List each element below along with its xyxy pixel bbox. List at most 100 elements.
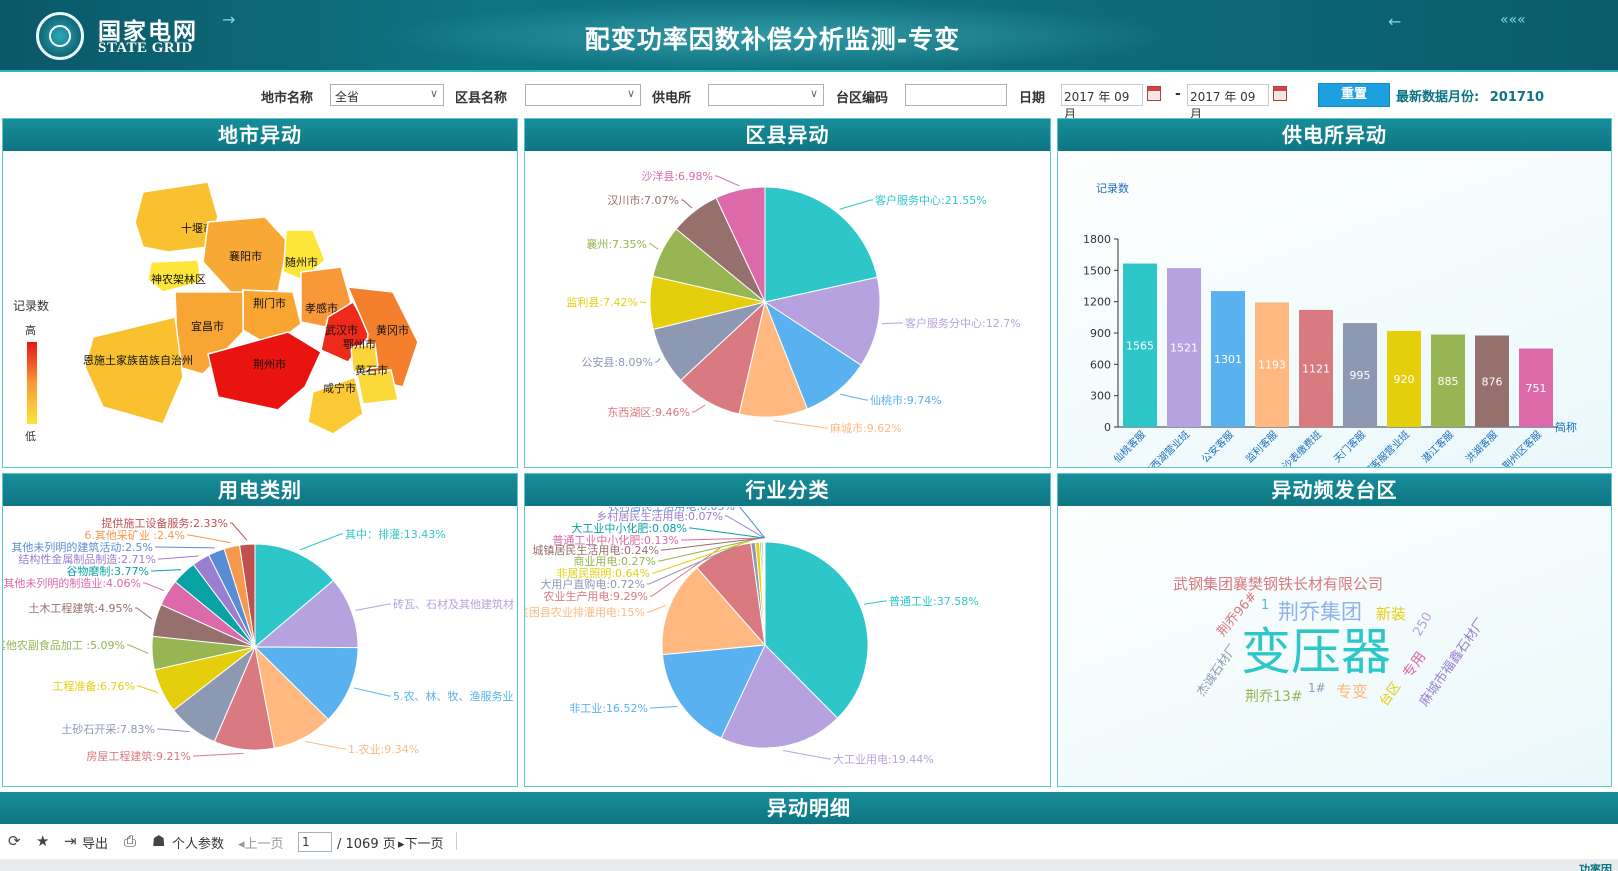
y-tick-label: 600	[1090, 358, 1111, 371]
map-region-label: 随州市	[285, 255, 318, 269]
panel-usage: 用电类别 其中：排灌:13.43% 砖瓦、石材及其他建筑材 5.农、林、牧、渔服务业…	[2, 473, 518, 787]
bar-value-label: 920	[1394, 373, 1415, 386]
word-cloud-word[interactable]: 250	[1410, 610, 1435, 639]
pie-label-line	[681, 199, 693, 209]
reset-button[interactable]: 重置	[1318, 83, 1390, 107]
star-icon[interactable]: ★	[36, 832, 49, 850]
pie-label-line	[135, 607, 153, 620]
next-page-label: 下一页	[404, 837, 444, 852]
word-cloud: 武钢集团襄樊钢铁长材有限公司荆乔集团 新装变压器荆乔96# 1杰诚石材厂 荆乔13#1…	[1173, 575, 1489, 709]
page-number-input[interactable]: 1	[298, 832, 332, 852]
map-region-label: 襄阳市	[229, 249, 262, 263]
pie-label-line	[155, 546, 215, 549]
word-cloud-word[interactable]: 专变	[1336, 682, 1368, 701]
export-icon[interactable]: ⇥	[64, 832, 77, 850]
pie-slice-label: 普通工业中小化肥:0.13%	[552, 533, 679, 547]
prev-page-button[interactable]: ◂上一页	[238, 833, 284, 852]
y-tick-label: 900	[1090, 327, 1111, 340]
pie-slice-label: 土砂石开采:7.83%	[61, 723, 155, 736]
x-tick-label: 公安客服	[1199, 428, 1236, 465]
y-tick-label: 1800	[1083, 233, 1111, 246]
pie-label-line	[773, 420, 828, 429]
x-tick-label: 监利客服	[1243, 428, 1280, 465]
double-chevron-icon[interactable]: «««	[1500, 12, 1526, 28]
pie-slice-label: 其中：排灌:13.43%	[345, 527, 446, 541]
pie-label-line	[647, 605, 666, 613]
industry-pie-chart: 普通工业:37.58% 大工业用电:19.44% 非工业:16.52% 贫困县农业排灌…	[525, 507, 979, 766]
pie-slice-label: 工程准备:6.76%	[52, 679, 135, 693]
export-button[interactable]: 导出	[82, 833, 108, 852]
pie-label-line	[739, 507, 766, 539]
panel-hot-title: 异动频发台区	[1058, 474, 1611, 506]
word-cloud-word[interactable]: 台区	[1377, 679, 1404, 709]
bar-value-label: 885	[1438, 375, 1459, 388]
pie-label-line	[187, 534, 231, 544]
area-code-input[interactable]	[905, 84, 1007, 106]
back-arrow-icon[interactable]: ←	[1388, 12, 1401, 31]
page-title: 配变功率因数补偿分析监测-专变	[584, 25, 961, 54]
pie-label-line	[882, 322, 903, 325]
panel-industry: 行业分类 普通工业:37.58% 大工业用电:19.44% 非工业:16.52% 贫困…	[524, 473, 1051, 787]
word-cloud-word[interactable]: 杰诚石材厂	[1194, 642, 1240, 699]
calendar-icon[interactable]	[1273, 86, 1287, 101]
word-cloud-word[interactable]: 专用	[1400, 649, 1429, 681]
panel-usage-body: 其中：排灌:13.43% 砖瓦、石材及其他建筑材 5.农、林、牧、渔服务业 1.农业:…	[3, 507, 517, 786]
station-label: 供电所	[652, 91, 692, 106]
date-to-input[interactable]: 2017 年 09 月	[1187, 84, 1269, 121]
y-tick-label: 300	[1090, 390, 1111, 403]
word-cloud-word[interactable]: 武钢集团襄樊钢铁长材有限公司	[1173, 575, 1383, 593]
pie-slice-label: 非工业:16.52%	[569, 702, 648, 715]
pie-slice-label: 大工业中小化肥:0.08%	[571, 521, 687, 535]
station-select[interactable]: ∨	[708, 84, 824, 106]
area-code-label: 台区编码	[836, 91, 889, 106]
county-select[interactable]: ∨	[525, 84, 641, 106]
chevron-down-icon: ∨	[429, 87, 438, 100]
word-cloud-word[interactable]: 新装	[1376, 605, 1406, 623]
pie-slice-label: 贫困县农业排灌用电:15%	[525, 605, 645, 619]
corner-tab[interactable]: 功率因	[1579, 861, 1612, 871]
pie-label-line	[127, 644, 149, 654]
pie-slice-label: 提供施工设备服务:2.33%	[101, 516, 228, 530]
word-cloud-word[interactable]: 1#	[1308, 681, 1326, 695]
panel-county-body: 客户服务中心:21.55% 客户服务分中心:12.7% 仙桃市:9.74% 麻城市:9…	[525, 152, 1050, 467]
next-page-button[interactable]: ▸下一页	[398, 833, 444, 852]
pie-label-line	[305, 740, 346, 750]
county-label: 区县名称	[455, 91, 508, 106]
detail-toolbar: ⟳ ★ ⇥ 导出 ⎙ ☗ 个人参数 ◂上一页 1 / 1069 页 ▸下一页	[0, 828, 1618, 856]
panel-station: 供电所异动 记录数 简称 0 300 600 900 1200 1500 1800 1565 仙桃客…	[1057, 118, 1612, 468]
dashboard: 国家电网 STATE GRID → 配变功率因数补偿分析监测-专变 ← ««« …	[0, 0, 1618, 871]
usage-pie-chart: 其中：排灌:13.43% 砖瓦、石材及其他建筑材 5.农、林、牧、渔服务业 1.农业:…	[3, 516, 514, 763]
personal-params-button[interactable]: 个人参数	[172, 833, 224, 852]
word-cloud-word[interactable]: 荆乔13#	[1245, 689, 1303, 705]
chevron-down-icon: ∨	[626, 87, 635, 100]
pie-slice-label: 5.农、林、牧、渔服务业	[393, 689, 514, 703]
pie-label-line	[143, 582, 165, 592]
pie-slice-label: 麻城市:9.62%	[830, 421, 902, 435]
pie-label-line	[640, 301, 647, 304]
map-region-label: 武汉市	[325, 323, 358, 337]
user-settings-icon[interactable]: ☗	[152, 832, 165, 850]
word-cloud-word[interactable]: 荆乔集团	[1278, 600, 1362, 624]
refresh-icon[interactable]: ⟳	[8, 832, 21, 850]
x-tick-label: 天门客服	[1331, 428, 1368, 465]
word-cloud-word[interactable]: 1	[1261, 598, 1269, 613]
print-icon[interactable]: ⎙	[124, 832, 136, 850]
pie-slice-label: 土木工程建筑:4.95%	[28, 601, 133, 615]
pie-slice-label: 农业生产用电:9.29%	[543, 589, 648, 603]
latest-month-value: 201710	[1489, 90, 1545, 105]
panel-hot-body: 武钢集团襄樊钢铁长材有限公司 荆乔集团 新装 变压器 荆乔96# 1 杰诚石材厂 荆乔13# 1…	[1058, 507, 1611, 786]
panel-county: 区县异动 客户服务中心:21.55% 客户服务分中心:12.7% 仙桃市:9.74%…	[524, 118, 1051, 468]
pie-slice-label: 非居民照明:0.64%	[556, 567, 650, 580]
map-region-label: 荆州市	[253, 357, 286, 371]
pie-slice-label: 仙桃市:9.74%	[870, 393, 942, 407]
map-region[interactable]	[84, 316, 184, 425]
pie-slice-label: 客户服务中心:21.55%	[875, 193, 987, 207]
pie-slice-label: 其他农副食品加工 :5.09%	[3, 638, 125, 652]
date-from-input[interactable]: 2017 年 09 月	[1061, 84, 1143, 121]
city-select[interactable]: 全省 ∨	[330, 84, 444, 106]
panel-county-title: 区县异动	[525, 119, 1050, 151]
map-region-label: 孝感市	[305, 301, 338, 315]
word-cloud-word[interactable]: 变压器	[1241, 623, 1391, 681]
pie-label-line	[151, 569, 182, 572]
calendar-icon[interactable]	[1147, 86, 1161, 101]
